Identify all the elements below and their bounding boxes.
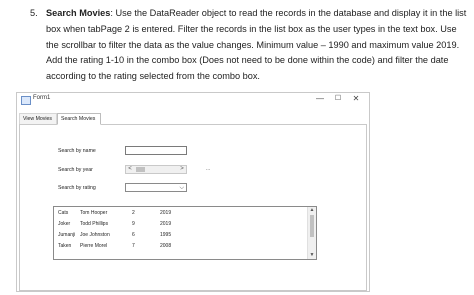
year-value-label: ...	[206, 166, 211, 172]
movies-list-box[interactable]: Cats Tom Hooper 2 2019 Joker Todd Philli…	[53, 206, 317, 260]
maximize-button[interactable]: ☐	[331, 94, 345, 104]
year-scrollbar[interactable]: < >	[125, 165, 187, 174]
movie-rating: 7	[132, 243, 135, 249]
movie-title: Taken	[58, 243, 72, 249]
scroll-left-arrow-icon[interactable]: <	[126, 166, 134, 173]
instruction-paragraph: Search Movies: Use the DataReader object…	[46, 6, 468, 85]
scroll-up-arrow-icon[interactable]: ▲	[308, 207, 316, 214]
list-scrollbar-thumb[interactable]	[310, 215, 314, 237]
tab-view-movies[interactable]: View Movies	[19, 113, 57, 124]
instruction-number: 5.	[30, 8, 38, 18]
search-name-input[interactable]	[125, 146, 187, 155]
tab-search-movies[interactable]: Search Movies	[57, 113, 101, 125]
rating-combo-box[interactable]: ⌵	[125, 183, 187, 192]
search-movies-page: Search by name Search by year < > ... Se…	[19, 124, 367, 291]
year-scrollbar-thumb[interactable]	[136, 167, 145, 172]
scroll-down-arrow-icon[interactable]: ▼	[308, 252, 316, 259]
form-window: Form1 — ☐ ✕ View Movies Search Movies Se…	[16, 92, 370, 292]
scroll-right-arrow-icon[interactable]: >	[178, 166, 186, 173]
chevron-down-icon[interactable]: ⌵	[179, 184, 184, 192]
movie-year: 2008	[160, 243, 172, 249]
instruction-body: : Use the DataReader object to read the …	[46, 8, 467, 82]
search-by-year-label: Search by year	[58, 167, 93, 173]
minimize-button[interactable]: —	[313, 94, 327, 104]
movie-director: Pierre Morel	[80, 243, 108, 249]
form-app-icon	[21, 96, 31, 105]
search-by-name-label: Search by name	[58, 148, 96, 154]
search-by-rating-label: Search by rating	[58, 185, 96, 191]
title-bar[interactable]: Form1 — ☐ ✕	[17, 93, 369, 108]
window-title: Form1	[33, 95, 51, 101]
instruction-heading: Search Movies	[46, 8, 111, 18]
list-item[interactable]: Taken Pierre Morel 7 2008	[54, 240, 294, 252]
list-vertical-scrollbar[interactable]: ▲ ▼	[307, 207, 316, 259]
close-button[interactable]: ✕	[349, 94, 363, 104]
